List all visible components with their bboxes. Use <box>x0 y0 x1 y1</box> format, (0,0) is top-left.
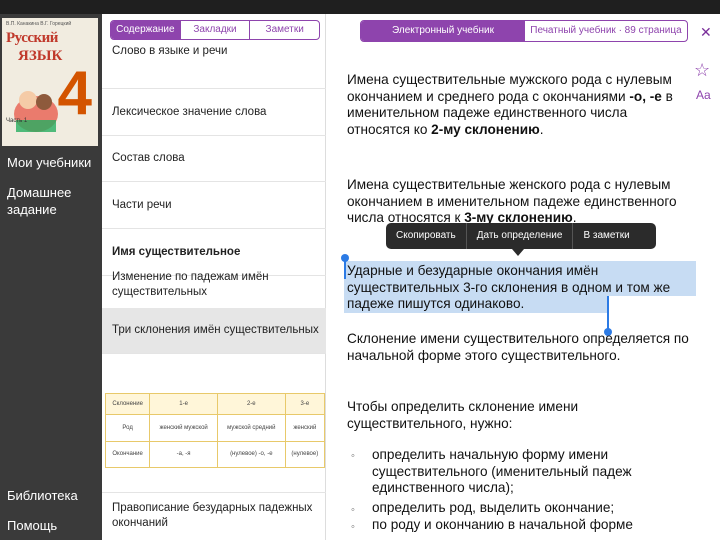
toc-panel: Содержание Закладки Заметки Слово в язык… <box>102 14 326 540</box>
tab-notes[interactable]: Заметки <box>250 21 319 39</box>
list-item[interactable]: определить род, выделить окончание; <box>372 500 692 517</box>
cover-authors: В.П. Канакина В.Г. Горецкий <box>6 21 72 27</box>
book-cover[interactable]: В.П. Канакина В.Г. Горецкий Русский ЯЗЫК… <box>2 18 98 146</box>
top-status-bar <box>0 0 720 14</box>
selection-handle-end[interactable] <box>607 296 609 330</box>
paragraph-3rd-declension[interactable]: Имена существительные женского рода с ну… <box>347 177 692 227</box>
menu-copy[interactable]: Скопировать <box>386 223 467 249</box>
p1-text: Имена существительные мужского рода с ну… <box>347 72 672 104</box>
toc-item[interactable]: Слово в языке и речи <box>102 42 326 89</box>
close-icon[interactable]: ✕ <box>700 24 712 41</box>
p1-bold-term: 2-му склонению <box>431 121 540 137</box>
p1-end: . <box>539 121 544 137</box>
nav-help[interactable]: Помощь <box>7 517 57 534</box>
toc-item[interactable]: Состав слова <box>102 136 326 182</box>
mini-cell: женский <box>284 414 326 442</box>
toc-item-selected[interactable]: Три склонения имён существительных <box>102 308 326 354</box>
mini-cell: женский мужской <box>149 414 218 442</box>
tab-print-textbook[interactable]: Печатный учебник · 89 страница <box>525 21 687 41</box>
toc-segmented-control: Содержание Закладки Заметки <box>110 20 320 40</box>
paragraph-2nd-declension[interactable]: Имена существительные мужского рода с ну… <box>347 72 692 138</box>
reader-mode-tabs: Электронный учебник Печатный учебник · 8… <box>360 20 688 42</box>
tab-contents[interactable]: Содержание <box>111 21 181 39</box>
mini-cell: Окончание <box>104 440 151 469</box>
declension-mini-table: Склонение 1-е 2-е 3-е Род женский мужско… <box>104 392 326 469</box>
bullet-icon: ◦ <box>351 504 355 516</box>
toc-item[interactable]: Части речи <box>102 182 326 229</box>
toc-item[interactable]: Правописание безударных падежных окончан… <box>102 492 326 538</box>
mini-cell: (нулевое) -о, -е <box>216 440 286 469</box>
cover-subtitle: ЯЗЫК <box>18 48 63 64</box>
toc-item[interactable]: Изменение по падежам имён существительны… <box>102 262 326 308</box>
font-size-icon[interactable]: Aa <box>696 88 711 102</box>
sidebar: В.П. Канакина В.Г. Горецкий Русский ЯЗЫК… <box>0 14 102 540</box>
mini-header: 3-е <box>284 392 326 416</box>
selection-context-menu: Скопировать Дать определение В заметки <box>386 223 656 249</box>
list-item[interactable]: определить начальную форму имени существ… <box>372 447 692 497</box>
paragraph-declension-rule[interactable]: Склонение имени существительного определ… <box>347 331 692 364</box>
cover-illustration <box>14 91 58 132</box>
p1-endings: -о, -е <box>629 88 662 104</box>
mini-cell: -а, -я <box>149 440 218 469</box>
mini-cell: Род <box>104 414 151 442</box>
nav-my-textbooks[interactable]: Мои учебники <box>7 154 91 171</box>
tab-bookmarks[interactable]: Закладки <box>181 21 251 39</box>
nav-library[interactable]: Библиотека <box>7 487 78 504</box>
mini-header: Склонение <box>104 392 151 416</box>
context-menu-arrow <box>512 249 524 256</box>
toc-item[interactable]: Лексическое значение слова <box>102 89 326 136</box>
cover-grade: 4 <box>57 59 92 128</box>
nav-homework[interactable]: Домашнее задание <box>7 184 87 218</box>
mini-header: 1-е <box>149 392 218 416</box>
bullet-icon: ◦ <box>351 521 355 533</box>
mini-cell: (нулевое) <box>284 440 326 469</box>
paragraph-selected[interactable]: Ударные и безударные окончания имён суще… <box>347 263 692 313</box>
tab-electronic-textbook[interactable]: Электронный учебник <box>361 21 525 41</box>
cover-part: Часть 1 <box>6 118 28 124</box>
bookmark-star-icon[interactable]: ☆ <box>694 60 710 81</box>
selection-handle-start-knob[interactable] <box>341 254 349 262</box>
list-item[interactable]: по роду и окончанию в начальной форме <box>372 517 692 534</box>
selection-handle-start[interactable] <box>344 259 346 279</box>
bullet-icon: ◦ <box>351 450 355 462</box>
mini-header: 2-е <box>216 392 286 416</box>
menu-define[interactable]: Дать определение <box>467 223 574 249</box>
mini-cell: мужской средний <box>216 414 286 442</box>
menu-to-notes[interactable]: В заметки <box>573 223 639 249</box>
paragraph-how-to[interactable]: Чтобы определить склонение имени существ… <box>347 399 692 432</box>
cover-title: Русский <box>6 30 58 46</box>
